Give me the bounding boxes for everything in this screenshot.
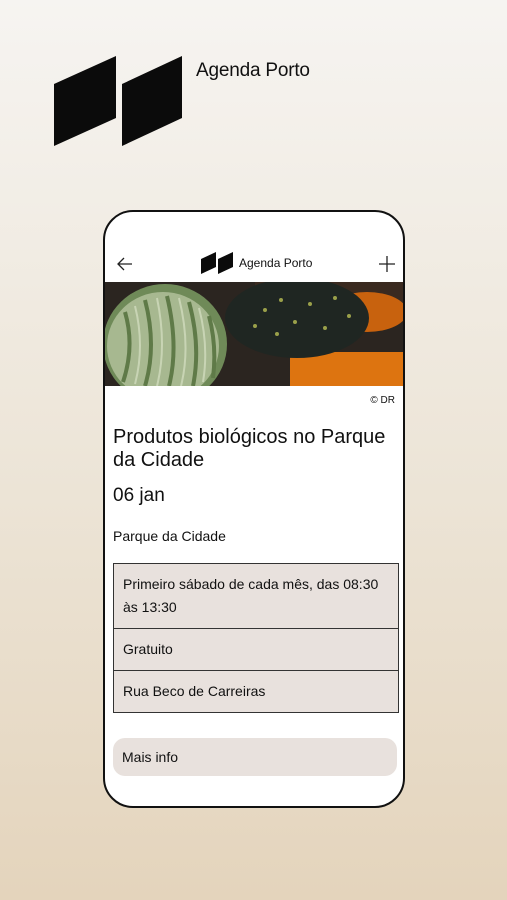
header-title: Agenda Porto [239, 256, 313, 270]
event-date: 06 jan [113, 485, 165, 506]
event-details-table: Primeiro sábado de cada mês, das 08:30 à… [113, 563, 399, 713]
phone-frame: Agenda Porto © DR Produtos biológicos no… [103, 210, 405, 808]
agenda-porto-logo-icon [54, 56, 182, 146]
more-info-button[interactable]: Mais info [113, 738, 397, 776]
schedule-row: Primeiro sábado de cada mês, das 08:30 à… [123, 576, 379, 615]
more-info-label: Mais info [122, 749, 179, 765]
event-place: Parque da Cidade [113, 528, 226, 544]
event-photo [105, 282, 403, 386]
header-brand: Agenda Porto [201, 252, 312, 274]
brand-title: Agenda Porto [196, 60, 310, 81]
price-row: Gratuito [114, 628, 398, 670]
agenda-porto-small-logo-icon [201, 252, 233, 274]
photo-credit: © DR [370, 395, 395, 406]
arrow-left-icon[interactable] [115, 254, 135, 274]
plus-icon[interactable] [377, 254, 397, 274]
app-header: Agenda Porto [105, 250, 403, 282]
brand-logo [54, 56, 184, 146]
address-row: Rua Beco de Carreiras [114, 670, 398, 712]
event-title: Produtos biológicos no Parque da Cidade [113, 426, 386, 471]
